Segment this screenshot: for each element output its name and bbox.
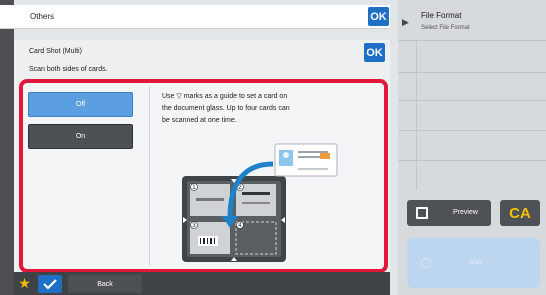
clear-all-button[interactable]: CA (500, 200, 540, 226)
right-panel: ▶ File Format Select File Format Preview… (398, 0, 546, 295)
card-shot-ok-button[interactable]: OK (364, 43, 385, 62)
start-icon (421, 258, 431, 268)
preview-button[interactable]: Preview (407, 200, 491, 226)
play-icon: ▶ (402, 17, 409, 27)
file-format-subtitle[interactable]: Select File Format (421, 25, 470, 31)
star-icon[interactable]: ★ (17, 276, 32, 291)
others-title: Others (30, 12, 55, 21)
divider (416, 40, 417, 190)
option-off-button[interactable]: Off (28, 92, 133, 117)
file-format-title[interactable]: File Format (421, 11, 461, 20)
check-button[interactable] (38, 275, 62, 293)
start-button[interactable]: Start (407, 238, 540, 288)
instruction-line: be scanned at one time. (162, 117, 237, 124)
preview-label: Preview (453, 209, 478, 216)
start-label: Start (469, 260, 482, 266)
left-edge-strip (0, 0, 14, 295)
instruction-line: Use ▽ marks as a guide to set a card on (162, 93, 288, 100)
id-card-icon (274, 143, 338, 177)
divider (398, 40, 546, 41)
divider (149, 86, 150, 266)
document-glass-illustration: 1 2 3 4 (182, 143, 338, 262)
check-icon (43, 279, 57, 290)
instruction-text: Use ▽ marks as a guide to set a card on … (162, 91, 362, 127)
back-button[interactable]: Back (68, 275, 142, 293)
divider (398, 130, 546, 131)
card-shot-subtitle: Scan both sides of cards. (29, 66, 108, 73)
option-on-button[interactable]: On (28, 124, 133, 149)
instruction-line: the document glass. Up to four cards can (162, 105, 290, 112)
others-bar: Others (0, 5, 390, 29)
card-shot-title: Card Shot (Multi) (29, 48, 82, 55)
divider (398, 72, 546, 73)
divider (398, 100, 546, 101)
divider (398, 160, 546, 161)
others-ok-button[interactable]: OK (368, 7, 389, 26)
preview-icon (416, 207, 428, 219)
